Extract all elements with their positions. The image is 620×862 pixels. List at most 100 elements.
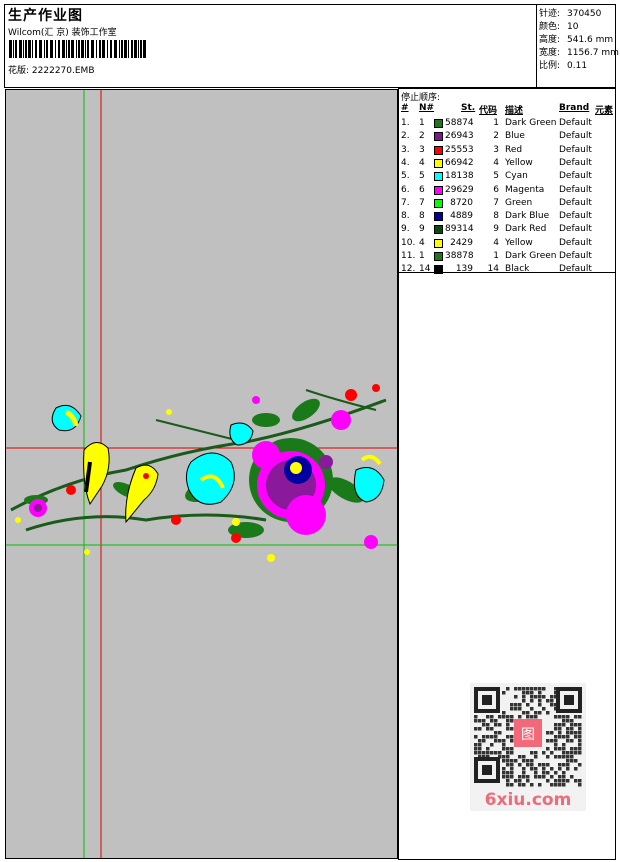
row-code: 3	[493, 144, 499, 155]
row-code: 4	[493, 237, 499, 248]
row-needle: 1	[419, 251, 425, 261]
row-description: Cyan	[505, 171, 528, 182]
row-index: 9.	[401, 224, 410, 235]
color-row[interactable]: 3. 3 25553 3 Red Default	[399, 145, 615, 158]
color-row[interactable]: 1. 1 58874 1 Dark Green Default	[399, 118, 615, 131]
color-row[interactable]: 5. 5 18138 5 Cyan Default	[399, 171, 615, 184]
row-stitches: 2429	[450, 237, 473, 248]
row-brand: Default	[559, 157, 592, 168]
row-description: Blue	[505, 131, 525, 142]
row-code: 9	[493, 224, 499, 235]
qr-code-watermark: 图 6xiu.com	[470, 683, 586, 811]
row-stitches: 26943	[445, 131, 474, 142]
color-swatch	[434, 252, 443, 261]
watermark-text: 6xiu.com	[485, 790, 572, 810]
color-row[interactable]: 8. 8 4889 8 Dark Blue Default	[399, 211, 615, 224]
header-panel: 生产作业图 Wilcom(汇 京) 装饰工作室 花版: 2222270.EMB …	[4, 4, 619, 88]
color-swatch	[434, 212, 443, 222]
row-index: 10.	[401, 237, 416, 248]
svg-text:图: 图	[521, 727, 535, 743]
row-brand: Default	[559, 144, 592, 155]
row-index: 5.	[401, 171, 410, 182]
row-stitches: 29629	[445, 184, 474, 195]
design-canvas[interactable]	[5, 89, 398, 859]
color-row[interactable]: 4. 4 66942 4 Yellow Default	[399, 158, 615, 171]
color-swatch	[434, 119, 443, 128]
stat-height: 高度: 541.6 mm	[539, 35, 614, 45]
color-swatch	[434, 198, 443, 208]
col-brand: Brand	[559, 103, 590, 113]
row-description: Dark Red	[505, 224, 547, 235]
row-stitches: 8720	[450, 197, 473, 208]
row-index: 1.	[401, 118, 410, 128]
panel-divider	[399, 272, 615, 273]
row-index: 11.	[401, 251, 416, 261]
row-index: 3.	[401, 144, 410, 155]
row-needle: 4	[419, 157, 425, 168]
col-description: 描述	[505, 106, 524, 116]
row-brand: Default	[559, 211, 592, 222]
row-stitches: 38878	[445, 251, 474, 261]
stat-value: 541.6 mm	[567, 35, 614, 45]
row-index: 8.	[401, 211, 410, 222]
color-swatch	[434, 158, 443, 168]
row-needle: 2	[419, 131, 425, 142]
col-element: 元素	[595, 106, 614, 116]
row-index: 6.	[401, 184, 410, 195]
page-title: 生产作业图	[8, 8, 83, 24]
row-description: Dark Blue	[505, 211, 550, 222]
color-row[interactable]: 10. 4 2429 4 Yellow Default	[399, 238, 615, 251]
row-description: Red	[505, 144, 523, 155]
company-name: Wilcom(汇 京) 装饰工作室	[8, 28, 117, 38]
row-code: 7	[493, 197, 499, 208]
row-needle: 7	[419, 197, 425, 208]
row-code: 5	[493, 171, 499, 182]
row-brand: Default	[559, 171, 592, 182]
design-filename: 2222270.EMB	[31, 66, 95, 76]
row-code: 2	[493, 131, 499, 142]
stat-width: 宽度: 1156.7 mm	[539, 48, 619, 58]
row-stitches: 58874	[445, 118, 474, 128]
row-index: 4.	[401, 157, 410, 168]
row-stitches: 25553	[445, 144, 474, 155]
color-row[interactable]: 12. 14 139 14 Black Default	[399, 264, 615, 277]
stat-value: 370450	[567, 9, 602, 19]
row-description: Yellow	[505, 237, 533, 248]
color-row[interactable]: 7. 7 8720 7 Green Default	[399, 198, 615, 211]
row-brand: Default	[559, 197, 592, 208]
design-label: 花版:	[8, 66, 30, 76]
floral-motif	[10, 384, 387, 562]
row-code: 4	[493, 157, 499, 168]
col-index: #	[401, 103, 409, 113]
stat-value: 0.11	[567, 61, 588, 71]
row-brand: Default	[559, 237, 592, 248]
row-brand: Default	[559, 118, 592, 128]
stat-scale: 比例: 0.11	[539, 61, 588, 71]
row-needle: 3	[419, 144, 425, 155]
stat-value: 1156.7 mm	[567, 48, 619, 58]
color-row[interactable]: 11. 1 38878 1 Dark Green Default	[399, 251, 615, 264]
design-file: 花版: 2222270.EMB	[8, 63, 95, 76]
row-index: 7.	[401, 197, 410, 208]
row-stitches: 18138	[445, 171, 474, 182]
color-row[interactable]: 2. 2 26943 2 Blue Default	[399, 131, 615, 144]
col-needle: N#	[419, 103, 435, 113]
color-row[interactable]: 6. 6 29629 6 Magenta Default	[399, 185, 615, 198]
color-swatch	[434, 172, 443, 182]
row-description: Dark Green	[505, 118, 557, 128]
row-stitches: 4889	[450, 211, 473, 222]
row-code: 1	[493, 118, 499, 128]
row-stitches: 66942	[445, 157, 474, 168]
row-description: Magenta	[505, 184, 545, 195]
stat-value: 10	[567, 22, 579, 32]
row-brand: Default	[559, 224, 592, 235]
color-swatch	[434, 145, 443, 155]
stat-colors: 颜色: 10	[539, 22, 579, 32]
color-row[interactable]: 9. 9 89314 9 Dark Red Default	[399, 224, 615, 237]
row-description: Green	[505, 197, 533, 208]
barcode	[9, 40, 146, 58]
row-index: 2.	[401, 131, 410, 142]
table-header: # N# St. 代码 描述 Brand 元素	[399, 103, 615, 116]
row-description: Dark Green	[505, 251, 557, 261]
row-brand: Default	[559, 131, 592, 142]
